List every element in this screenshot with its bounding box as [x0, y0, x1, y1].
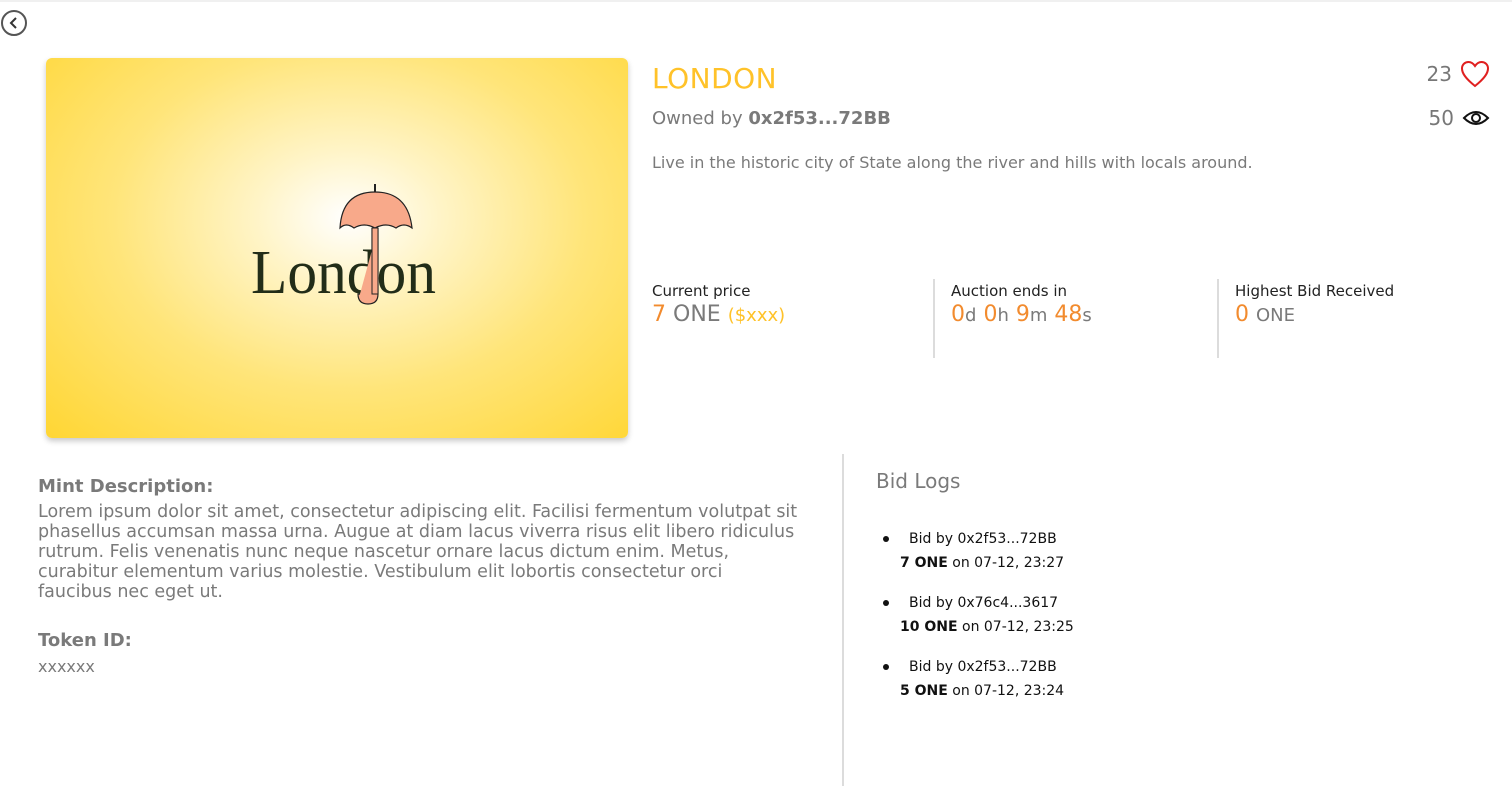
bullet-icon — [883, 664, 889, 670]
section-divider — [842, 454, 844, 786]
highest-bid-block: Highest Bid Received 0 ONE — [1235, 280, 1394, 358]
countdown-days: 0 — [951, 302, 965, 327]
countdown-days-unit: d — [965, 305, 977, 326]
mint-description-body: Lorem ipsum dolor sit amet, consectetur … — [38, 502, 798, 602]
bid-log-item: Bid by 0x2f53...72BB 5 ONE on 07-12, 23:… — [880, 659, 1064, 699]
token-id-value: xxxxxx — [38, 657, 95, 676]
item-description: Live in the historic city of State along… — [652, 153, 1253, 172]
likes-count: 23 — [1426, 62, 1452, 86]
hero-art: London — [251, 184, 436, 307]
token-id-title: Token ID: — [38, 630, 132, 651]
owner-line: Owned by 0x2f53...72BB — [652, 108, 891, 129]
bullet-icon — [883, 536, 889, 542]
bid-amount: 5 ONE — [900, 683, 948, 699]
current-price-currency: ONE — [673, 302, 721, 327]
bid-by: Bid by 0x2f53...72BB — [909, 659, 1057, 675]
highest-bid-value: 0 ONE — [1235, 302, 1394, 327]
owned-by-label: Owned by — [652, 108, 743, 129]
countdown-minutes: 9 — [1015, 302, 1030, 327]
nft-image: London — [46, 58, 628, 438]
bid-time: on 07-12, 23:25 — [962, 619, 1074, 635]
stat-divider — [1217, 279, 1219, 358]
highest-bid-amount: 0 — [1235, 302, 1249, 327]
bid-by: Bid by 0x2f53...72BB — [909, 531, 1057, 547]
current-price-block: Current price 7 ONE ($xxx) — [652, 280, 785, 358]
countdown-seconds-unit: s — [1082, 305, 1092, 326]
likes-stat: 23 — [1427, 60, 1490, 88]
countdown-seconds: 48 — [1054, 302, 1083, 327]
top-divider — [0, 0, 1512, 2]
hero-logo-text: London — [251, 239, 436, 307]
mint-description-title: Mint Description: — [38, 476, 214, 497]
highest-bid-label: Highest Bid Received — [1235, 282, 1395, 300]
bid-by: Bid by 0x76c4...3617 — [909, 595, 1059, 611]
countdown-minutes-unit: m — [1029, 305, 1048, 326]
bid-log-item: Bid by 0x2f53...72BB 7 ONE on 07-12, 23:… — [880, 531, 1064, 571]
auction-label: Auction ends in — [951, 282, 1068, 300]
current-price-value: 7 ONE ($xxx) — [652, 302, 785, 327]
bid-log-item: Bid by 0x76c4...3617 10 ONE on 07-12, 23… — [880, 595, 1074, 635]
bid-amount: 7 ONE — [900, 555, 948, 571]
owner-address[interactable]: 0x2f53...72BB — [748, 108, 891, 129]
current-price-label: Current price — [652, 282, 751, 300]
item-title: LONDON — [652, 62, 778, 95]
current-price-amount: 7 — [652, 302, 666, 327]
bid-time: on 07-12, 23:27 — [952, 555, 1065, 571]
auction-countdown-block: Auction ends in 0d 0h 9m 48s — [951, 280, 1092, 358]
bullet-icon — [883, 600, 889, 606]
heart-icon[interactable] — [1460, 60, 1490, 88]
highest-bid-currency: ONE — [1256, 305, 1296, 326]
bid-logs-title: Bid Logs — [876, 469, 961, 493]
back-button[interactable] — [1, 10, 27, 36]
auction-countdown: 0d 0h 9m 48s — [951, 302, 1092, 327]
views-stat: 50 — [1429, 106, 1490, 130]
views-count: 50 — [1428, 106, 1454, 130]
eye-icon — [1462, 111, 1490, 125]
countdown-hours: 0 — [983, 302, 998, 327]
stat-divider — [933, 279, 935, 358]
bid-time: on 07-12, 23:24 — [952, 683, 1065, 699]
bid-amount: 10 ONE — [900, 619, 958, 635]
countdown-hours-unit: h — [997, 305, 1009, 326]
chevron-left-icon — [9, 17, 17, 29]
current-price-usd: ($xxx) — [727, 305, 786, 326]
